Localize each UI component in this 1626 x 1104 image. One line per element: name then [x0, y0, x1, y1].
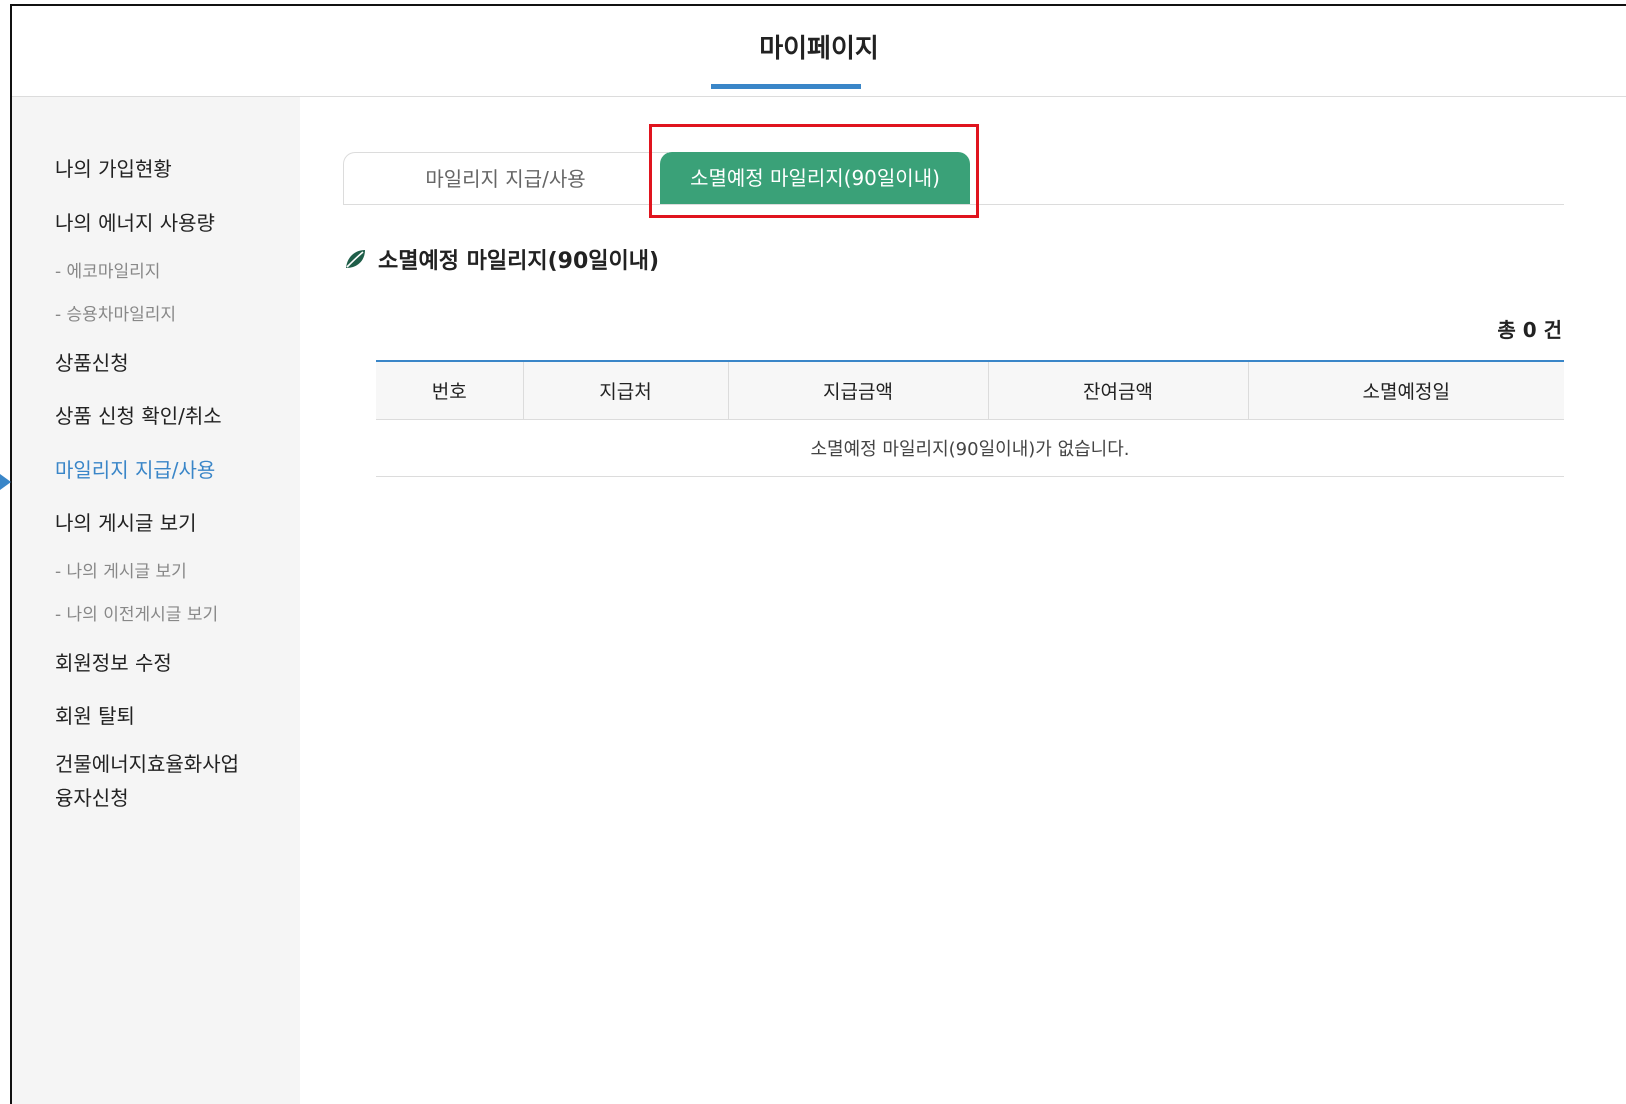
- sidebar-item-product-confirm-cancel[interactable]: 상품 신청 확인/취소: [55, 400, 222, 429]
- sidebar-item-energy-usage[interactable]: 나의 에너지 사용량: [55, 207, 215, 236]
- sidebar: 나의 가입현황 나의 에너지 사용량 - 에코마일리지 - 승용차마일리지 상품…: [12, 97, 300, 1104]
- expiring-mileage-table: 번호 지급처 지급금액 잔여금액 소멸예정일 소멸예정 마일리지(90일이내)가…: [376, 360, 1564, 477]
- column-header-paid-amount: 지급금액: [728, 360, 989, 420]
- empty-message: 소멸예정 마일리지(90일이내)가 없습니다.: [376, 419, 1564, 477]
- sidebar-item-mileage-payment-use[interactable]: 마일리지 지급/사용: [55, 454, 215, 483]
- section-title-text: 소멸예정 마일리지(90일이내): [378, 249, 660, 274]
- sidebar-item-loan-label: 융자신청: [55, 786, 129, 810]
- tab-mileage-payment-use[interactable]: 마일리지 지급/사용: [343, 152, 668, 204]
- section-title: 소멸예정 마일리지(90일이내): [343, 243, 659, 275]
- total-count: 총 0 건: [1497, 318, 1562, 342]
- sidebar-item-building-energy-loan[interactable]: 건물에너지효율화사업 융자신청: [55, 747, 239, 815]
- sidebar-item-my-previous-posts[interactable]: - 나의 이전게시글 보기: [55, 600, 218, 625]
- column-header-remaining-amount: 잔여금액: [988, 360, 1249, 420]
- table-header-row: 번호 지급처 지급금액 잔여금액 소멸예정일: [376, 360, 1564, 420]
- sidebar-item-subscription-status[interactable]: 나의 가입현황: [55, 153, 172, 182]
- column-header-payer: 지급처: [523, 360, 729, 420]
- sidebar-item-my-posts-sub[interactable]: - 나의 게시글 보기: [55, 557, 187, 582]
- tab-expiring-mileage[interactable]: 소멸예정 마일리지(90일이내): [660, 152, 970, 204]
- sidebar-item-my-posts[interactable]: 나의 게시글 보기: [55, 507, 197, 536]
- sidebar-item-eco-mileage[interactable]: - 에코마일리지: [55, 257, 160, 282]
- sidebar-item-withdraw[interactable]: 회원 탈퇴: [55, 700, 135, 729]
- active-item-arrow-icon: [0, 474, 11, 490]
- sidebar-item-building-energy-label: 건물에너지효율화사업: [55, 752, 239, 776]
- page-title: 마이페이지: [759, 34, 879, 64]
- table-row: 소멸예정 마일리지(90일이내)가 없습니다.: [376, 419, 1564, 477]
- sidebar-item-edit-member-info[interactable]: 회원정보 수정: [55, 647, 172, 676]
- column-header-expiry-date: 소멸예정일: [1248, 360, 1564, 420]
- sidebar-item-car-mileage[interactable]: - 승용차마일리지: [55, 300, 176, 325]
- sidebar-item-product-apply[interactable]: 상품신청: [55, 347, 129, 376]
- title-underline: [711, 84, 861, 89]
- column-header-number: 번호: [376, 360, 524, 420]
- leaf-icon: [346, 250, 365, 268]
